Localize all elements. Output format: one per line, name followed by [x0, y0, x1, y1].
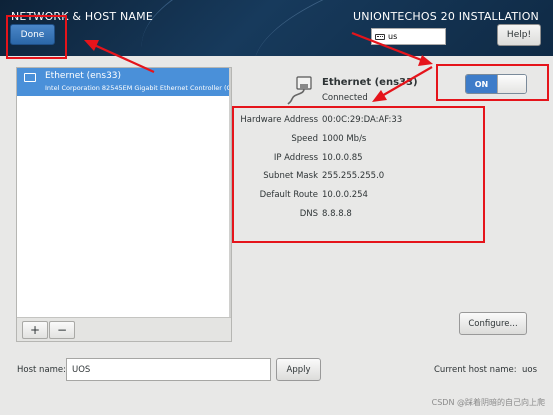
- network-device-icon: [24, 73, 36, 82]
- remove-device-button[interactable]: −: [49, 321, 75, 339]
- annotation-box-toggle: [436, 64, 549, 101]
- keyboard-layout-label: us: [388, 32, 398, 41]
- device-item-name: Ethernet (ens33): [45, 71, 122, 81]
- host-name-label: Host name:: [17, 365, 67, 375]
- annotation-box-properties: [232, 106, 485, 243]
- host-name-input[interactable]: [66, 358, 271, 381]
- device-list-scrollbar[interactable]: [229, 68, 231, 318]
- ethernet-icon: [287, 76, 312, 105]
- current-host-name-value: uos: [522, 365, 538, 375]
- annotation-box-done: [6, 15, 67, 59]
- installer-title: UNIONTECHOS 20 INSTALLATION: [353, 10, 539, 23]
- header-bar: NETWORK & HOST NAME UNIONTECHOS 20 INSTA…: [0, 0, 553, 56]
- device-list-item[interactable]: Ethernet (ens33) Intel Corporation 82545…: [17, 68, 231, 96]
- device-item-description: Intel Corporation 82545EM Gigabit Ethern…: [45, 84, 231, 92]
- network-device-list: Ethernet (ens33) Intel Corporation 82545…: [16, 67, 232, 342]
- keyboard-icon: [375, 33, 385, 40]
- configure-button[interactable]: Configure...: [459, 312, 527, 335]
- device-list-toolbar: + −: [17, 317, 231, 341]
- device-name: Ethernet (ens33): [322, 77, 418, 88]
- connection-status: Connected: [322, 93, 368, 103]
- keyboard-layout-indicator[interactable]: us: [371, 28, 446, 45]
- current-host-name-label: Current host name:: [434, 365, 517, 375]
- watermark: CSDN @踩着阴暗的自己向上爬: [431, 398, 545, 407]
- help-button[interactable]: Help!: [497, 24, 541, 46]
- add-device-button[interactable]: +: [22, 321, 48, 339]
- apply-button[interactable]: Apply: [276, 358, 321, 381]
